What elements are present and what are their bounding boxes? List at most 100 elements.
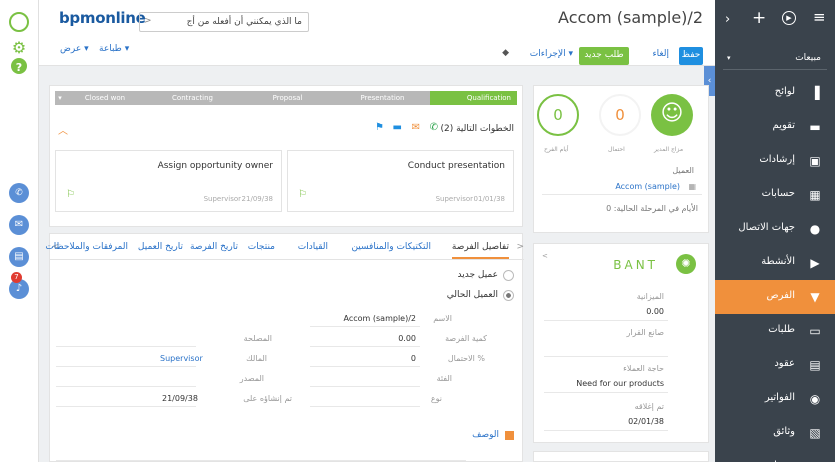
plus-icon[interactable]: + [752,8,766,28]
amount-field[interactable]: 0.00 [398,334,416,343]
sidebar-item[interactable]: عقود ▤ [715,348,835,382]
client-label: العميل [672,166,694,175]
extra-panel [533,451,709,462]
stage-dropdown-icon[interactable]: ▾ [55,91,65,105]
email-icon[interactable]: ✉ [412,122,420,133]
chevron-up-icon[interactable]: ︿ [58,122,68,137]
chevron-right-icon[interactable]: > [516,242,524,252]
sidebar-item-label: جهات الاتصال [738,222,795,233]
sidebar-item[interactable]: لوائح ▐ [715,76,835,110]
help-icon[interactable]: ? [11,58,27,74]
source-label: المصلحة [243,334,272,343]
stage-proposal[interactable]: Proposal [240,91,335,105]
name-label: الاسم [433,314,452,323]
sidebar-item[interactable]: وثائق ▧ [715,416,835,450]
name-field[interactable]: Accom (sample)/2 [344,314,416,323]
cancel-button[interactable]: إلغاء [652,49,669,59]
stage-closed-won[interactable]: Closed won [65,91,145,105]
chevron-right-icon[interactable]: › [725,12,730,27]
left-toolbar: ⚙ ? ✆ ✉ ▤ ♪ 7 [0,0,39,462]
divider [310,406,420,407]
search-input[interactable]: < ما الذي يمكنني أن أفعله من أج [139,12,309,32]
sidebar-item-label: عقود [774,358,795,369]
collapse-icon[interactable] [505,431,514,440]
divider [56,346,196,347]
tab-customer-history[interactable]: تاريخ العميل [138,242,183,252]
divider [56,460,466,461]
phone-icon[interactable]: ✆ [9,183,29,203]
next-step-card[interactable]: Assign opportunity owner ⚐ Supervisor 21… [55,150,282,212]
tab-tactics[interactable]: التكتيكات والمنافسين [351,242,431,252]
page-title: Accom (sample)/2 [558,8,703,27]
chevron-left-icon[interactable]: < [542,252,548,260]
actions-menu[interactable]: الإجراءات ▾ [530,49,573,59]
summary-panel: 0 0 ☺ أيام الفرح احتمال مزاج المدير العم… [533,85,709,233]
details-panel: < > تفاصيل الفرصة التكتيكات والمنافسين ا… [45,233,524,462]
sidebar-item[interactable]: الفرص ▼ [715,280,835,314]
probability-field[interactable]: 0 [411,354,416,363]
flag-icon[interactable]: ⚐ [66,189,75,200]
play-icon[interactable]: ▶ [782,11,796,25]
tab-opportunity-details[interactable]: تفاصيل الفرصة [451,242,509,259]
tab-leads[interactable]: القيادات [298,242,328,252]
gear-icon[interactable]: ⚙ [9,38,29,58]
save-button[interactable]: حفظ [679,47,703,65]
stage-qualification[interactable]: Qualification [430,91,517,105]
print-menu[interactable]: طباعة ▾ [99,44,129,54]
email-icon[interactable]: ✉ [9,215,29,235]
section-select[interactable]: ▾ مبيعات [723,50,827,70]
owner-label: المالك [246,354,267,363]
divider [56,366,196,367]
owner-field[interactable]: Supervisor [160,354,203,363]
divider [310,366,420,367]
metric-days-label: أيام الفرح [544,146,569,153]
tab-products[interactable]: منتجات [248,242,275,252]
divider [310,326,420,327]
days-in-stage: الأيام في المرحلة الحالية: 0 [606,204,698,213]
bant-panel: < BANT ✺ الميزانية 0.00 صانع القرار حاجة… [533,243,709,443]
sidebar-item[interactable]: طلبات ▭ [715,314,835,348]
sidebar-item[interactable]: منتجات▩ [715,450,835,462]
description-label[interactable]: الوصف [472,430,499,440]
sidebar-top-bar: › + ▶ ≡ [715,0,835,42]
close-date-label: تم إغلاقه [634,402,664,411]
sidebar-item[interactable]: تقويم ▬ [715,110,835,144]
metric-prob-circle: 0 [599,94,641,136]
leads-icon: ▣ [809,154,821,168]
menu-icon[interactable]: ≡ [813,8,826,26]
radio-current-customer[interactable] [503,290,514,301]
sidebar-item[interactable]: جهات الاتصال ● [715,212,835,246]
view-menu[interactable]: عرض ▾ [60,44,89,54]
divider [544,430,668,431]
call-icon[interactable]: ✆ [430,122,438,133]
sidebar: › + ▶ ≡ ▾ مبيعات لوائح ▐ تقويم ▬ إرشادات ▣ حسا… [715,0,835,462]
profile-icon[interactable] [9,12,29,32]
radio-new-customer[interactable] [503,270,514,281]
accounts-icon: ▦ [809,188,821,202]
notification-badge: 7 [11,272,22,283]
flag-icon[interactable]: ⚑ [375,122,384,133]
sidebar-item[interactable]: إرشادات ▣ [715,144,835,178]
flag-icon[interactable]: ⚐ [298,189,307,200]
logo: bpmonline [59,9,146,27]
chevron-left-icon: < [144,16,152,26]
stage-contracting[interactable]: Contracting [145,91,240,105]
sidebar-item[interactable]: حسابات ▦ [715,178,835,212]
client-field[interactable]: Accom (sample) [615,182,680,191]
sidebar-item-label: وثائق [773,426,795,437]
created-label: تم إنشاؤه على [243,394,292,403]
new-order-button[interactable]: طلب جديد [579,47,629,65]
chat-icon[interactable]: ▤ [9,247,29,267]
sidebar-item[interactable]: الأنشطة ▶ [715,246,835,280]
message-icon[interactable]: ▬ [393,122,402,133]
tab-attachments[interactable]: المرفقات والملاحظات [45,242,128,252]
tag-icon[interactable]: ◆ [502,48,509,58]
sidebar-item[interactable]: الفواتير ◉ [715,382,835,416]
next-step-card[interactable]: Conduct presentation ⚐ Supervisor 01/01/… [287,150,514,212]
need-field[interactable]: Need for our products [576,379,664,388]
close-date-field[interactable]: 02/01/38 [628,417,664,426]
tab-opportunity-history[interactable]: تاريخ الفرصة [190,242,238,252]
stage-presentation[interactable]: Presentation [335,91,430,105]
divider [544,320,668,321]
budget-field[interactable]: 0.00 [646,307,664,316]
